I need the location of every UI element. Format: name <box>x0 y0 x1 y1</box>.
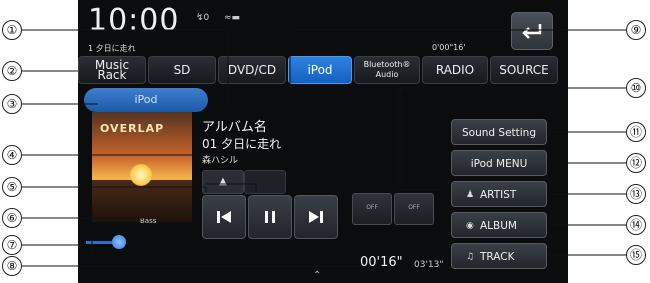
album-name: アルバム名 <box>202 120 267 135</box>
callout-13: ⑬ <box>626 184 646 204</box>
sound-setting-label: Sound Setting <box>462 127 536 139</box>
tab-source[interactable]: SOURCE <box>490 56 558 84</box>
shuffle-off-label: OFF <box>366 204 378 211</box>
artwork-logo: OVERLAP <box>100 122 165 135</box>
next-track-button[interactable] <box>294 195 338 239</box>
scroll-down-button[interactable] <box>244 170 286 194</box>
callout-14: ⑭ <box>626 215 646 235</box>
sound-setting-button[interactable]: Sound Setting <box>451 119 547 145</box>
album-artwork: OVERLAP <box>92 112 192 222</box>
track-name: 01 夕日に走れ <box>202 137 282 151</box>
chevron-up-icon[interactable]: ⌃ <box>313 270 321 281</box>
ipod-menu-label: iPod MENU <box>470 158 528 170</box>
track-label: TRACK <box>480 251 515 263</box>
callout-15: ⑮ <box>626 245 646 265</box>
callout-3: ③ <box>2 94 22 114</box>
tab-bluetooth-audio[interactable]: Bluetooth® Audio <box>354 56 420 84</box>
repeat-off-label: OFF <box>408 204 420 211</box>
previous-track-button[interactable] <box>202 195 246 239</box>
artist-button[interactable]: ♟ ARTIST <box>451 181 547 207</box>
shuffle-button[interactable]: OFF <box>352 193 392 225</box>
repeat-button[interactable]: OFF <box>394 193 434 225</box>
music-note-icon: ♫ <box>466 252 475 262</box>
person-icon: ♟ <box>466 190 475 200</box>
tab-radio[interactable]: RADIO <box>422 56 488 84</box>
mini-track-title: 1 夕日に走れ <box>88 44 136 53</box>
battery-icon: ≈▬ <box>224 13 241 23</box>
source-indicator: iPod <box>84 88 208 112</box>
mini-track-time: 0'00"16' <box>432 43 466 52</box>
tab-music-rack[interactable]: Music Rack <box>78 56 146 84</box>
volume-slider-knob[interactable] <box>112 235 126 249</box>
callout-6: ⑥ <box>2 208 22 228</box>
skip-previous-icon <box>217 211 231 223</box>
callout-5: ⑤ <box>2 177 22 197</box>
callout-9: ⑨ <box>626 20 646 40</box>
callout-8: ⑧ <box>2 256 22 276</box>
volume-track[interactable] <box>86 241 114 244</box>
source-tabs: Music Rack SD DVD/CD iPod Bluetooth® Aud… <box>78 56 568 86</box>
nav-screen: 10:00 ↯0 ≈▬ 1 夕日に走れ 0'00"16' Music Rack … <box>78 0 568 283</box>
disc-icon: ◉ <box>466 221 474 231</box>
bass-label: Bass <box>140 217 157 225</box>
album-label: ALBUM <box>480 220 517 232</box>
ipod-menu-button[interactable]: iPod MENU <box>451 150 547 176</box>
pause-button[interactable] <box>248 195 292 239</box>
pause-icon <box>265 211 275 223</box>
signal-icon: ↯0 <box>196 13 210 23</box>
total-time: 03'13" <box>414 260 444 270</box>
scroll-up-button[interactable]: ▲ <box>202 170 244 194</box>
callout-10: ⑩ <box>626 78 646 98</box>
elapsed-time: 00'16" <box>360 255 403 270</box>
callout-4: ④ <box>2 145 22 165</box>
callout-1: ① <box>2 20 22 40</box>
skip-next-icon <box>309 211 323 223</box>
callout-11: ⑪ <box>626 122 646 142</box>
tab-sd[interactable]: SD <box>148 56 216 84</box>
back-arrow-icon <box>522 24 542 39</box>
callout-12: ⑫ <box>626 153 646 173</box>
callout-7: ⑦ <box>2 235 22 255</box>
clock-time: 10:00 <box>88 3 180 38</box>
artist-name: 森ハシル <box>202 156 239 166</box>
artist-label: ARTIST <box>480 189 517 201</box>
tab-dvd-cd[interactable]: DVD/CD <box>218 56 286 84</box>
album-button[interactable]: ◉ ALBUM <box>451 212 547 238</box>
callout-2: ② <box>2 61 22 81</box>
track-button[interactable]: ♫ TRACK <box>451 243 547 269</box>
back-button[interactable] <box>511 12 553 50</box>
tab-ipod[interactable]: iPod <box>288 56 352 84</box>
